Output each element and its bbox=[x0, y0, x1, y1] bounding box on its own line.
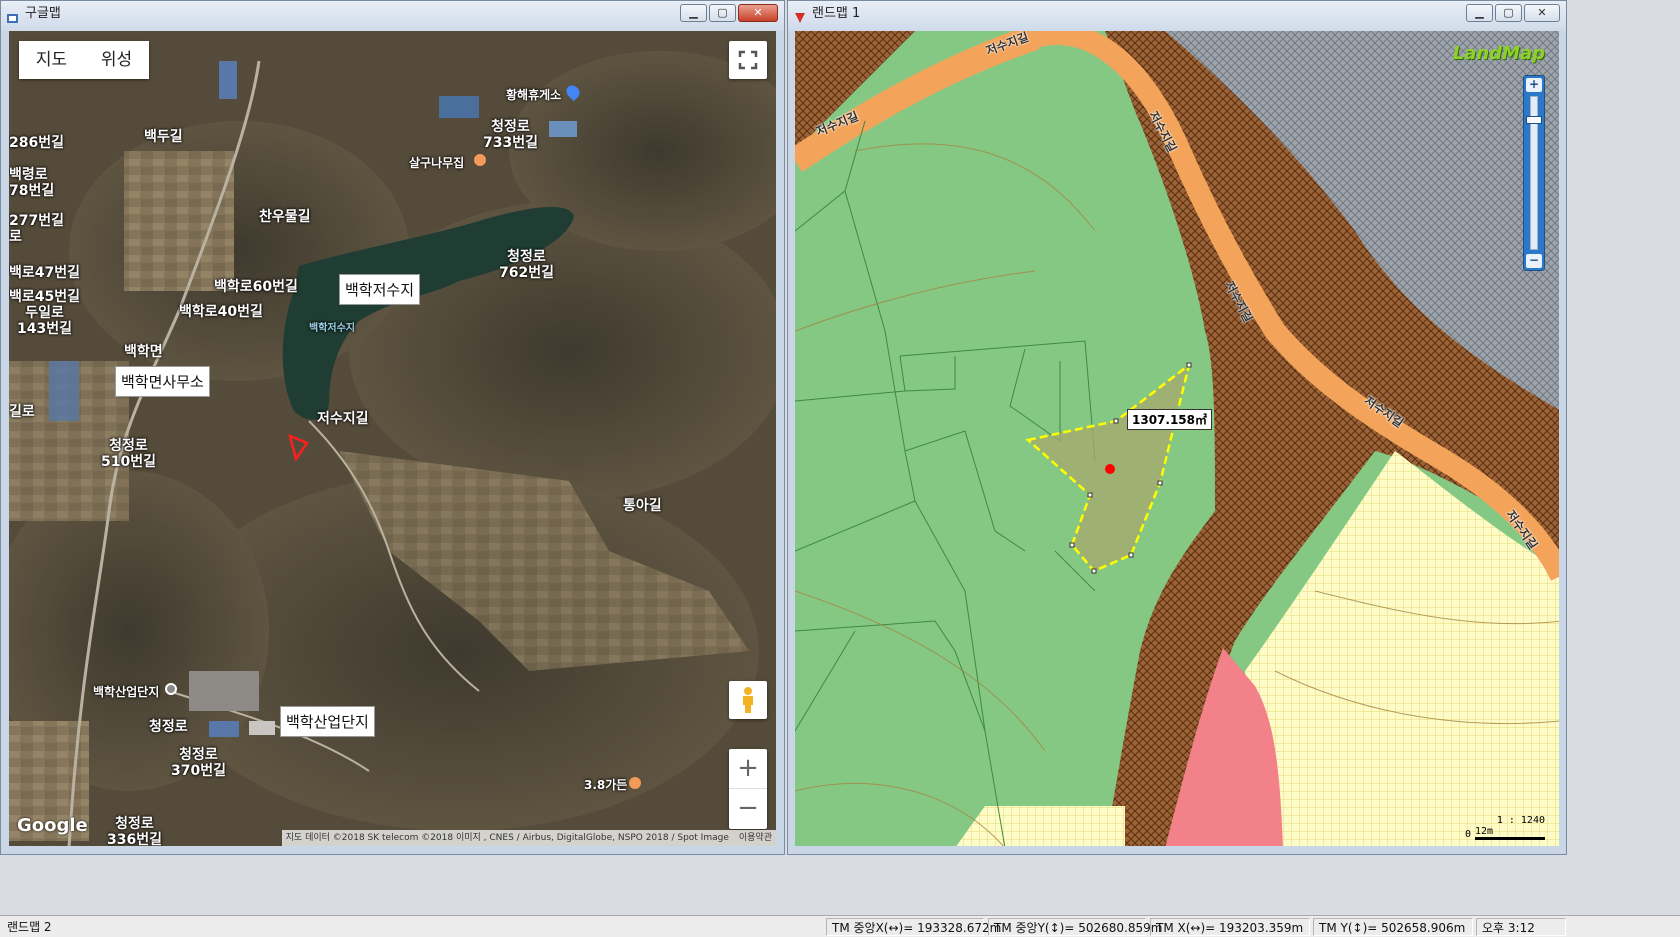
map-label: 살구나무집 bbox=[409, 156, 465, 170]
map-label: 백로45번길 두일로 143번길 bbox=[9, 289, 81, 337]
map-label: 백학로40번길 bbox=[179, 304, 263, 320]
map-label: 백로47번길 bbox=[9, 265, 81, 281]
maximize-button[interactable]: ▢ bbox=[1495, 4, 1522, 22]
maximize-button[interactable]: ▢ bbox=[709, 4, 736, 22]
zoom-in-button[interactable]: + bbox=[729, 749, 767, 789]
google-map-window: 구글맵 ▁ ▢ ✕ 지도 위성 백두길 백학저수지 백학저수지 황해휴게소 청정… bbox=[0, 0, 785, 855]
cadastral-map-layers bbox=[795, 31, 1559, 846]
map-type-map-button[interactable]: 지도 bbox=[19, 41, 84, 79]
status-tm-x: TM X(↔)= 193203.359m bbox=[1150, 918, 1310, 936]
map-attribution: 지도 데이터 ©2018 SK telecom ©2018 이미지 , CNES… bbox=[281, 830, 776, 846]
zoom-control: + − bbox=[729, 749, 767, 829]
scale-bar: 0 12m bbox=[1465, 826, 1545, 840]
close-button[interactable]: ✕ bbox=[1524, 4, 1560, 22]
map-label: 길로 bbox=[9, 404, 35, 420]
map-label: 청정로 370번길 bbox=[171, 747, 226, 779]
map-label: 청정로 336번길 bbox=[107, 816, 162, 846]
status-tm-center-y: TM 중앙Y(↕)= 502680.859m bbox=[988, 918, 1162, 936]
map-label: 저수지길 bbox=[317, 411, 369, 427]
app-icon bbox=[794, 8, 806, 23]
status-bar: 랜드맵 2 TM 중앙X(↔)= 193328.672m TM 중앙Y(↕)= … bbox=[0, 915, 1680, 937]
map-label: 백두길 bbox=[144, 129, 183, 145]
map-label: 찬우물길 bbox=[259, 209, 311, 225]
map-label: 백령로 78번길 bbox=[9, 167, 55, 199]
attribution-text: 지도 데이터 ©2018 SK telecom ©2018 이미지 , CNES… bbox=[285, 833, 729, 843]
map-type-satellite-button[interactable]: 위성 bbox=[84, 41, 149, 79]
zoom-out-button[interactable]: − bbox=[729, 789, 767, 829]
map-label: 백학면 bbox=[124, 344, 163, 360]
terms-link[interactable]: 이용약관 bbox=[739, 830, 772, 846]
scale-ratio: 1 : 1240 bbox=[1496, 815, 1545, 826]
restaurant-pin-icon bbox=[629, 777, 641, 789]
street-view-button[interactable] bbox=[729, 681, 767, 719]
place-pin-icon bbox=[165, 683, 177, 695]
parcel-area-label: 1307.158㎡ bbox=[1127, 409, 1213, 430]
landmap-logo: LandMap bbox=[1452, 43, 1545, 64]
industrial-label-box: 백학산업단지 bbox=[280, 706, 375, 737]
minimize-button[interactable]: ▁ bbox=[680, 4, 707, 22]
map-label: 통아길 bbox=[623, 498, 662, 514]
map-label: 백학산업단지 bbox=[93, 685, 160, 699]
map-scale: 1 : 1240 0 12m bbox=[1465, 815, 1545, 840]
office-label-box: 백학면사무소 bbox=[115, 366, 210, 397]
zoom-in-button[interactable]: + bbox=[1526, 78, 1542, 92]
map-label: 황해휴게소 bbox=[506, 88, 562, 102]
landmap-titlebar[interactable]: 랜드맵 1 ▁ ▢ ✕ bbox=[788, 1, 1566, 31]
status-tm-center-x: TM 중앙X(↔)= 193328.672m bbox=[826, 918, 1001, 936]
landmap-window: 랜드맵 1 ▁ ▢ ✕ 1307.158㎡ 저수지길 저수지길 저수지길 저수지… bbox=[787, 0, 1567, 855]
close-button[interactable]: ✕ bbox=[738, 4, 778, 22]
map-label: 청정로 733번길 bbox=[483, 119, 538, 151]
app-icon bbox=[7, 8, 19, 23]
zoom-out-button[interactable]: − bbox=[1526, 254, 1542, 268]
fullscreen-icon bbox=[738, 50, 758, 70]
pegman-icon bbox=[743, 687, 753, 713]
scale-zero: 0 bbox=[1464, 829, 1471, 840]
minimize-button[interactable]: ▁ bbox=[1466, 4, 1493, 22]
restaurant-pin-icon bbox=[474, 154, 486, 166]
status-tm-y: TM Y(↕)= 502658.906m bbox=[1313, 918, 1473, 936]
map-type-control: 지도 위성 bbox=[19, 41, 149, 79]
map-label: 청정로 762번길 bbox=[499, 249, 554, 281]
fullscreen-button[interactable] bbox=[729, 41, 767, 79]
status-app-name: 랜드맵 2 bbox=[7, 920, 52, 934]
map-label: 백학로60번길 bbox=[214, 279, 298, 295]
scale-dist: 12m bbox=[1475, 826, 1545, 840]
cadastral-map-view[interactable]: 1307.158㎡ 저수지길 저수지길 저수지길 저수지길 저수지길 저수지길 … bbox=[795, 31, 1559, 846]
map-label: 청정로 510번길 bbox=[101, 438, 156, 470]
zoom-slider[interactable]: + − bbox=[1523, 75, 1545, 271]
reservoir-label-box: 백학저수지 bbox=[339, 274, 421, 305]
map-label: 3.8가든 bbox=[584, 778, 628, 792]
zoom-thumb[interactable] bbox=[1526, 116, 1542, 124]
google-logo: Google bbox=[17, 815, 88, 836]
map-label: 277번길 로 bbox=[9, 213, 64, 245]
map-label: 청정로 bbox=[149, 719, 188, 735]
google-map-titlebar[interactable]: 구글맵 ▁ ▢ ✕ bbox=[1, 1, 784, 31]
status-clock: 오후 3:12 bbox=[1476, 918, 1566, 936]
window-title: 랜드맵 1 bbox=[812, 6, 861, 21]
map-label: 286번길 bbox=[9, 135, 64, 151]
window-title: 구글맵 bbox=[25, 6, 61, 21]
satellite-map-view[interactable]: 지도 위성 백두길 백학저수지 백학저수지 황해휴게소 청정로 733번길 살구… bbox=[9, 31, 776, 846]
map-label: 백학저수지 bbox=[309, 323, 355, 334]
